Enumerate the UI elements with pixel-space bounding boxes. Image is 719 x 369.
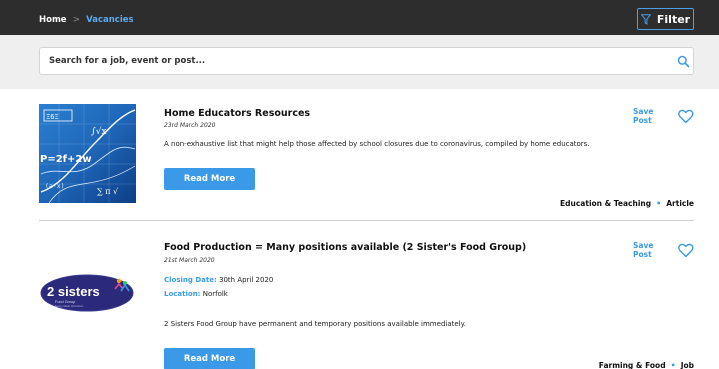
post-date: 21st March 2020: [164, 257, 215, 264]
logo-tagline: Every Meal Occasion: [55, 304, 84, 308]
post-tags: Farming & Food • Job: [599, 361, 694, 369]
closing-date-value: 30th April 2020: [219, 276, 274, 284]
post-tags: Education & Teaching • Article: [560, 199, 694, 208]
closing-date-label: Closing Date:: [164, 276, 217, 284]
post-category[interactable]: Farming & Food: [599, 361, 666, 369]
closing-date: Closing Date: 30th April 2020: [164, 276, 273, 284]
breadcrumb-home-link[interactable]: Home: [39, 14, 67, 26]
post-title[interactable]: Home Educators Resources: [164, 108, 310, 119]
svg-text:P=2f+2w: P=2f+2w: [40, 154, 92, 165]
filter-button[interactable]: Filter: [637, 8, 694, 30]
post-type[interactable]: Job: [681, 361, 694, 369]
search-icon[interactable]: [677, 55, 690, 68]
read-more-button[interactable]: Read More: [164, 348, 255, 369]
post-card: Ξ6Ξ P=2f+2w ∫√x (a·x) ∑ π √ Home Educato…: [39, 104, 694, 221]
post-thumbnail-math[interactable]: Ξ6Ξ P=2f+2w ∫√x (a·x) ∑ π √: [39, 104, 136, 203]
location-label: Location:: [164, 290, 201, 298]
tag-separator: •: [656, 199, 662, 208]
heart-icon[interactable]: [678, 243, 694, 258]
post-title[interactable]: Food Production = Many positions availab…: [164, 242, 526, 253]
post-thumbnail-logo[interactable]: 2 sisters Food Group Every Meal Occasion: [39, 243, 136, 342]
post-category[interactable]: Education & Teaching: [560, 199, 651, 208]
svg-text:(a·x): (a·x): [45, 182, 65, 190]
tag-separator: •: [670, 361, 676, 369]
save-post-button[interactable]: Save Post: [633, 241, 694, 259]
breadcrumb-separator: >: [72, 15, 81, 25]
top-bar: Home > Vacancies Filter: [0, 0, 719, 35]
save-post-button[interactable]: Save Post: [633, 107, 694, 125]
location-value: Norfolk: [202, 290, 228, 298]
logo-wordmark: 2 sisters: [47, 284, 100, 299]
search-bar-area: [0, 35, 719, 89]
breadcrumb: Home > Vacancies: [39, 14, 134, 26]
save-post-label: Save Post: [633, 241, 654, 259]
heart-icon[interactable]: [678, 109, 694, 124]
svg-text:∑ π √: ∑ π √: [97, 187, 119, 196]
search-box: [39, 47, 694, 75]
breadcrumb-current: Vacancies: [86, 15, 134, 25]
post-type[interactable]: Article: [666, 199, 694, 208]
read-more-button[interactable]: Read More: [164, 168, 255, 190]
filter-label: Filter: [656, 12, 691, 26]
post-date: 23rd March 2020: [164, 122, 216, 129]
svg-text:Ξ6Ξ: Ξ6Ξ: [46, 113, 59, 121]
post-excerpt: A non-exhaustive list that might help th…: [164, 140, 590, 148]
svg-text:∫√x: ∫√x: [91, 126, 107, 137]
filter-icon: [640, 13, 651, 25]
post-card: 2 sisters Food Group Every Meal Occasion…: [39, 232, 694, 369]
location: Location: Norfolk: [164, 290, 228, 298]
save-post-label: Save Post: [633, 107, 654, 125]
search-input[interactable]: [49, 48, 649, 74]
post-excerpt: 2 Sisters Food Group have permanent and …: [164, 320, 466, 328]
